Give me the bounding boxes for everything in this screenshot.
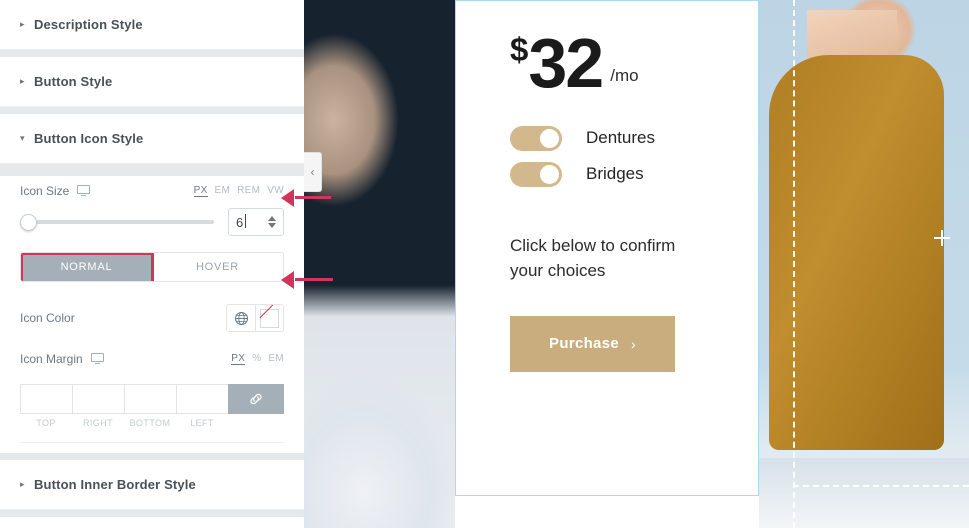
slider-track [20, 220, 214, 224]
background-photo-right [759, 0, 969, 528]
accordion-title: Button Style [34, 74, 113, 89]
label-bottom: BOTTOM [129, 418, 171, 428]
toggle-row-dentures[interactable]: Dentures [510, 120, 758, 156]
unit-px[interactable]: PX [193, 185, 208, 197]
globe-icon-svg [234, 311, 248, 325]
label-right: RIGHT [83, 418, 113, 428]
unit-px[interactable]: PX [231, 353, 246, 365]
background-photo-left [304, 0, 455, 528]
price-display: $ 32 /mo [510, 24, 758, 102]
section-divider [0, 510, 304, 517]
number-stepper[interactable] [268, 216, 276, 228]
icon-size-label: Icon Size [20, 184, 70, 198]
accordion-header-button-style[interactable]: ▸ Button Style [0, 57, 304, 107]
control-divider [20, 442, 284, 443]
no-color-icon [260, 308, 279, 328]
chevron-right-icon: ▸ [20, 479, 25, 489]
price-period: /mo [610, 66, 639, 86]
toggle-label-bridges: Bridges [586, 164, 644, 184]
toggle-dentures[interactable] [510, 125, 562, 151]
slider-thumb[interactable] [20, 214, 37, 231]
icon-color-label: Icon Color [20, 311, 75, 325]
accordion-title: Button Inner Border Style [34, 477, 196, 492]
toggle-knob [540, 128, 559, 148]
add-element-handle[interactable] [934, 230, 950, 246]
unit-percent[interactable]: % [252, 353, 261, 365]
accordion-header-description-style[interactable]: ▸ Description Style [0, 0, 304, 50]
icon-size-slider[interactable] [20, 213, 214, 231]
vertical-guide-line [793, 0, 795, 528]
accordion-header-button-icon-style[interactable]: ▾ Button Icon Style [0, 114, 304, 164]
chevron-right-icon: ▸ [20, 76, 25, 86]
toggle-bridges[interactable] [510, 161, 562, 187]
icon-size-row: Icon Size PX EM REM VW [20, 176, 284, 206]
margin-right-input[interactable] [72, 384, 125, 414]
accordion-header-button-inner-border-style[interactable]: ▸ Button Inner Border Style [0, 460, 304, 510]
panel-collapse-toggle[interactable]: ‹ [304, 152, 322, 192]
icon-color-row: Icon Color [20, 304, 284, 332]
accordion-title: Button Icon Style [34, 131, 144, 146]
purchase-button-label: Purchase [549, 335, 619, 353]
horizontal-guide-line [793, 485, 969, 487]
toggle-row-bridges[interactable]: Bridges [510, 156, 758, 192]
button-icon-style-body: Icon Size PX EM REM VW 6 NORMAL HOVER Ic… [0, 176, 304, 453]
elementor-editor: ▸ Description Style ▸ Button Style ▾ But… [0, 0, 969, 528]
label-left: LEFT [190, 418, 214, 428]
accordion-header-button-underline-style[interactable]: ▸ Button Underline Style [0, 517, 304, 528]
chevron-right-icon: › [630, 335, 636, 352]
toggle-knob [540, 164, 559, 184]
stepper-down-icon[interactable] [268, 223, 276, 228]
annotation-arrow-icon-color [295, 278, 333, 281]
icon-margin-side-labels: TOP RIGHT BOTTOM LEFT [20, 418, 284, 428]
icon-color-swatches [226, 304, 284, 332]
desktop-icon[interactable] [90, 353, 104, 365]
card-description: Click below to confirm your choices [510, 236, 676, 281]
price-amount: 32 [528, 24, 604, 102]
icon-size-control: 6 [20, 208, 284, 236]
margin-left-input[interactable] [176, 384, 229, 414]
icon-size-label-group: Icon Size [20, 184, 91, 198]
icon-margin-inputs [20, 384, 284, 414]
accordion-title: Description Style [34, 17, 143, 32]
purchase-button[interactable]: Purchase › [510, 315, 675, 372]
pricing-card[interactable]: $ 32 /mo Dentures Bridges Click below to… [455, 0, 759, 496]
chevron-down-icon: ▾ [20, 133, 25, 143]
margin-top-input[interactable] [20, 384, 73, 414]
section-divider [0, 107, 304, 114]
currency-symbol: $ [510, 31, 529, 69]
icon-size-input[interactable]: 6 [228, 208, 284, 236]
photo-person-shirt [769, 55, 944, 450]
stepper-up-icon[interactable] [268, 216, 276, 221]
chevron-right-icon: ▸ [20, 19, 25, 29]
icon-margin-label: Icon Margin [20, 352, 83, 366]
icon-margin-unit-switcher: PX % EM [231, 353, 284, 365]
annotation-arrow-icon-size [295, 196, 331, 199]
link-values-button[interactable] [228, 384, 284, 414]
icon-margin-label-group: Icon Margin [20, 352, 104, 366]
section-divider [0, 50, 304, 57]
photo-desk [759, 458, 969, 528]
unit-rem[interactable]: REM [237, 185, 260, 197]
section-divider [0, 453, 304, 460]
toggle-label-dentures: Dentures [586, 128, 655, 148]
style-settings-panel: ▸ Description Style ▸ Button Style ▾ But… [0, 0, 304, 528]
link-icon [250, 393, 262, 405]
label-top: TOP [36, 418, 56, 428]
tab-normal[interactable]: NORMAL [21, 253, 152, 281]
page-preview-canvas: $ 32 /mo Dentures Bridges Click below to… [304, 0, 969, 528]
desktop-icon[interactable] [77, 185, 91, 197]
icon-size-value: 6 [229, 213, 247, 230]
globe-icon[interactable] [227, 305, 255, 331]
label-spacer [228, 418, 284, 428]
tab-hover[interactable]: HOVER [152, 253, 283, 281]
option-toggle-list: Dentures Bridges [510, 120, 758, 192]
unit-em[interactable]: EM [215, 185, 231, 197]
icon-size-unit-switcher: PX EM REM VW [193, 185, 284, 197]
margin-bottom-input[interactable] [124, 384, 177, 414]
state-tab-group: NORMAL HOVER [20, 252, 284, 282]
icon-margin-row: Icon Margin PX % EM [20, 344, 284, 374]
no-color-swatch[interactable] [255, 305, 283, 331]
unit-em[interactable]: EM [268, 353, 284, 365]
